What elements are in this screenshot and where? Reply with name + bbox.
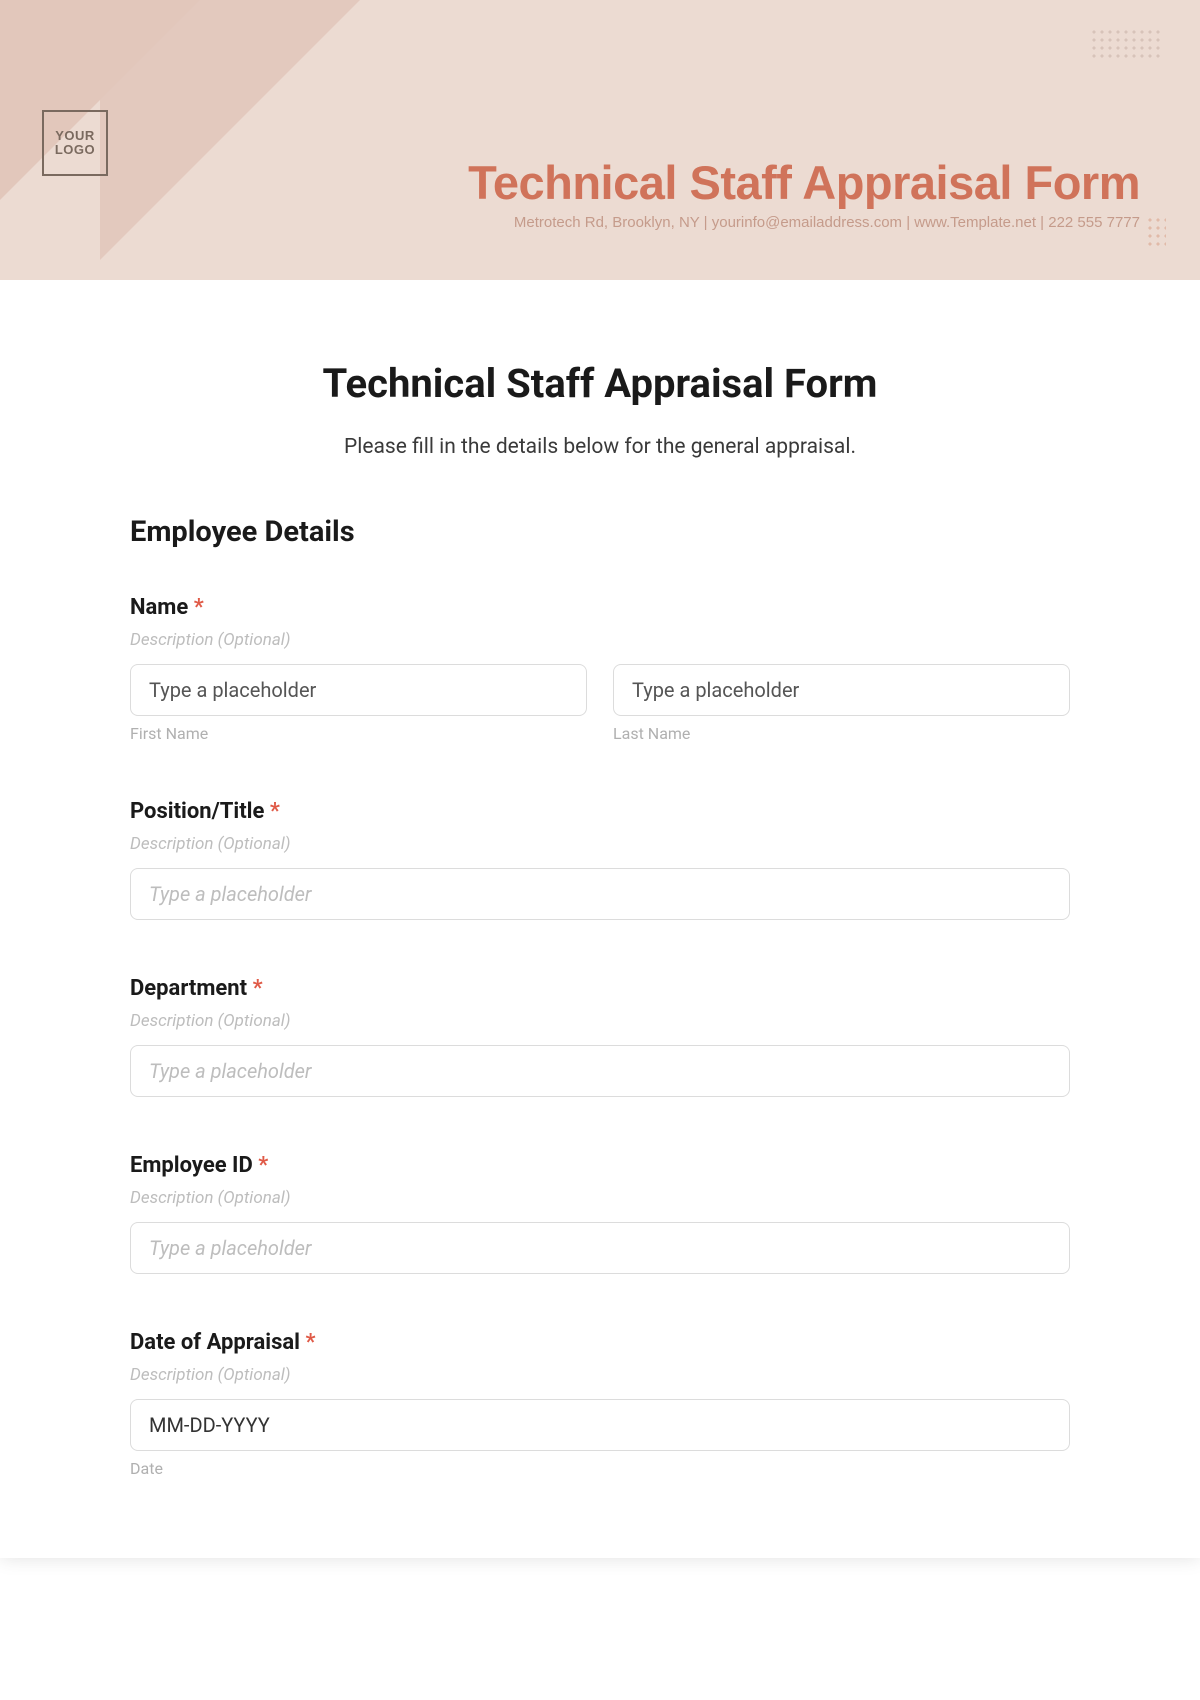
field-description: Description (Optional)	[130, 1188, 1070, 1208]
required-mark: *	[253, 976, 263, 1001]
header-contact-info: Metrotech Rd, Brooklyn, NY | yourinfo@em…	[514, 214, 1140, 231]
required-mark: *	[305, 1330, 315, 1355]
required-mark: *	[194, 595, 204, 620]
decorative-dots	[1090, 28, 1160, 58]
field-name: Name * Description (Optional) First Name…	[130, 595, 1070, 743]
form-title: Technical Staff Appraisal Form	[130, 360, 1070, 407]
field-position: Position/Title * Description (Optional)	[130, 799, 1070, 920]
field-department: Department * Description (Optional)	[130, 976, 1070, 1097]
form-header: YOUR LOGO Technical Staff Appraisal Form…	[0, 0, 1200, 280]
form-subtitle: Please fill in the details below for the…	[130, 435, 1070, 459]
label-text: Department	[130, 976, 247, 1001]
label-name: Name *	[130, 595, 1070, 620]
header-title: Technical Staff Appraisal Form	[468, 155, 1140, 210]
field-date: Date of Appraisal * Description (Optiona…	[130, 1330, 1070, 1478]
required-mark: *	[258, 1153, 268, 1178]
label-text: Position/Title	[130, 799, 264, 824]
department-input[interactable]	[130, 1045, 1070, 1097]
label-date: Date of Appraisal *	[130, 1330, 1070, 1355]
form-content: Technical Staff Appraisal Form Please fi…	[0, 280, 1200, 1558]
label-employee-id: Employee ID *	[130, 1153, 1070, 1178]
sublabel-last-name: Last Name	[613, 724, 1070, 743]
field-description: Description (Optional)	[130, 834, 1070, 854]
sublabel-date: Date	[130, 1459, 1070, 1478]
required-mark: *	[270, 799, 280, 824]
field-description: Description (Optional)	[130, 630, 1070, 650]
label-text: Employee ID	[130, 1153, 253, 1178]
first-name-input[interactable]	[130, 664, 587, 716]
field-employee-id: Employee ID * Description (Optional)	[130, 1153, 1070, 1274]
date-input[interactable]	[130, 1399, 1070, 1451]
sublabel-first-name: First Name	[130, 724, 587, 743]
label-text: Name	[130, 595, 188, 620]
last-name-input[interactable]	[613, 664, 1070, 716]
label-position: Position/Title *	[130, 799, 1070, 824]
employee-id-input[interactable]	[130, 1222, 1070, 1274]
label-text: Date of Appraisal	[130, 1330, 300, 1355]
page-container: YOUR LOGO Technical Staff Appraisal Form…	[0, 0, 1200, 1558]
position-input[interactable]	[130, 868, 1070, 920]
section-employee-details: Employee Details	[130, 515, 1070, 549]
field-description: Description (Optional)	[130, 1011, 1070, 1031]
logo-placeholder: YOUR LOGO	[42, 110, 108, 176]
field-description: Description (Optional)	[130, 1365, 1070, 1385]
label-department: Department *	[130, 976, 1070, 1001]
decorative-dots	[1146, 216, 1166, 250]
